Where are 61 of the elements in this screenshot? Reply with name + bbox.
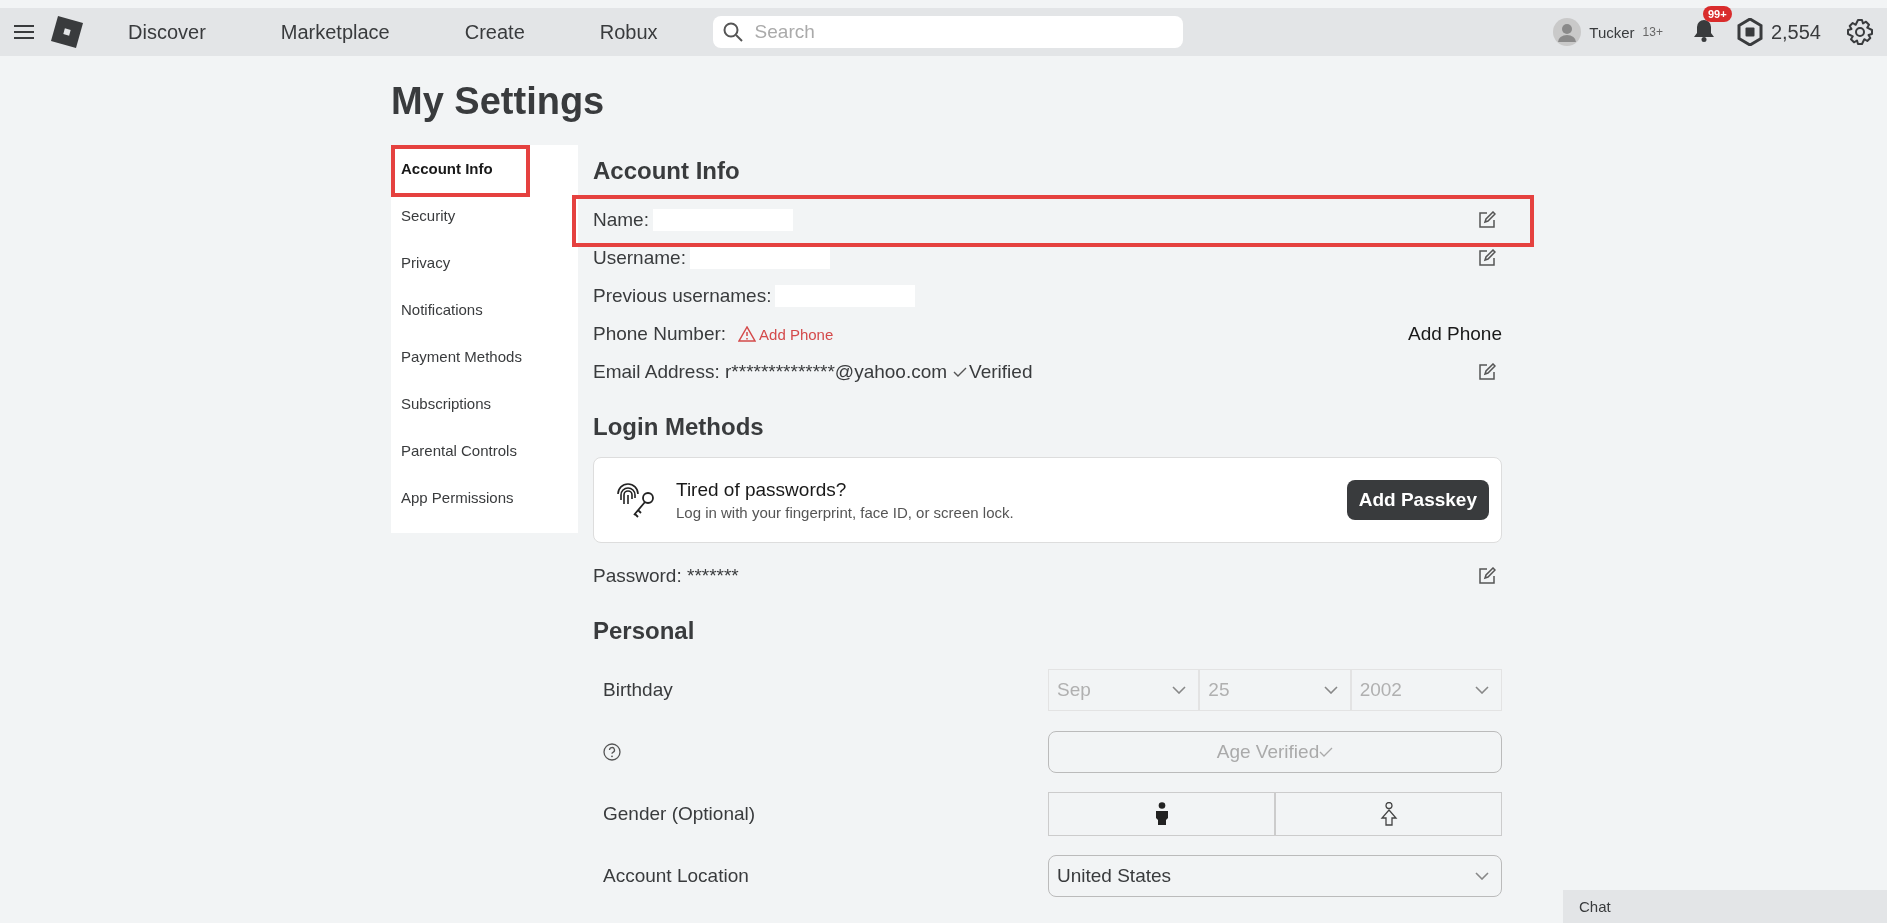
- field-label: Phone Number:: [593, 323, 727, 345]
- chevron-down-icon: [1323, 686, 1338, 694]
- passkey-subtitle: Log in with your fingerprint, face ID, or screen lock.: [676, 504, 1014, 521]
- sidebar-item[interactable]: Account Info: [391, 151, 503, 186]
- settings-icon[interactable]: [1847, 19, 1873, 45]
- hexagon-coin-icon[interactable]: [1736, 18, 1763, 46]
- sidebar-item[interactable]: Subscriptions: [391, 386, 502, 421]
- search-input[interactable]: Search: [752, 20, 1173, 44]
- section-title: Personal: [593, 617, 696, 645]
- sidebar-item[interactable]: App Permissions: [391, 480, 524, 515]
- passkey-title: Tired of passwords?: [676, 479, 848, 501]
- chevron-down-icon: [1475, 686, 1489, 694]
- edit-icon[interactable]: [1478, 249, 1496, 267]
- check-icon: [953, 367, 968, 377]
- section-title: Login Methods: [593, 413, 765, 441]
- edit-icon[interactable]: [1478, 211, 1496, 229]
- sidebar-item[interactable]: Parental Controls: [391, 433, 527, 468]
- female-figure-icon: [1379, 802, 1398, 826]
- nav-link[interactable]: Discover: [128, 20, 206, 44]
- location-select[interactable]: United States: [1048, 855, 1502, 897]
- search-field[interactable]: Search: [712, 16, 1183, 48]
- page-title: My Settings: [391, 80, 606, 123]
- field-label: Name:: [593, 209, 649, 231]
- nav-link[interactable]: Marketplace: [280, 20, 390, 44]
- bell-icon[interactable]: [1692, 18, 1715, 42]
- sidebar-item[interactable]: Privacy: [391, 245, 461, 280]
- menu-icon[interactable]: [14, 24, 34, 40]
- username-label[interactable]: Tucker: [1589, 23, 1635, 41]
- age-label: 13+: [1642, 25, 1663, 39]
- field-label: Previous usernames:: [593, 285, 772, 307]
- field-label: Username:: [593, 247, 686, 269]
- sidebar-item[interactable]: Security: [391, 198, 466, 233]
- add-passkey-button[interactable]: Add Passkey: [1346, 480, 1489, 520]
- male-figure-icon: [1154, 802, 1169, 826]
- field-label: Email Address: r**************@yahoo.com: [593, 361, 948, 383]
- verified-status: Verified: [953, 361, 1033, 383]
- logo-icon[interactable]: [50, 15, 84, 49]
- help-icon[interactable]: [603, 743, 621, 761]
- sidebar-item[interactable]: Notifications: [391, 292, 493, 327]
- edit-icon[interactable]: [1478, 363, 1496, 381]
- nav-link[interactable]: Robux: [599, 20, 658, 44]
- add-phone-link[interactable]: Add Phone: [738, 325, 834, 343]
- search-icon: [722, 22, 743, 42]
- check-icon: [1319, 747, 1334, 757]
- warning-icon: [738, 326, 757, 342]
- chat-bar[interactable]: Chat: [1563, 890, 1887, 923]
- section-title: Account Info: [593, 157, 741, 185]
- gender-label: Gender (Optional): [602, 803, 757, 825]
- notification-badge: 99+: [1702, 6, 1732, 22]
- chevron-down-icon: [1172, 686, 1187, 694]
- field-label: Password: *******: [593, 565, 739, 587]
- sidebar-item[interactable]: Payment Methods: [391, 339, 532, 374]
- add-phone-button[interactable]: Add Phone: [1407, 323, 1502, 345]
- age-verified-field: Age Verified: [1048, 731, 1502, 773]
- avatar-icon[interactable]: [1553, 18, 1582, 46]
- nav-link[interactable]: Create: [464, 20, 525, 44]
- birthday-label: Birthday: [602, 679, 674, 701]
- location-label: Account Location: [602, 865, 750, 887]
- chevron-down-icon: [1475, 872, 1489, 880]
- edit-icon[interactable]: [1478, 567, 1496, 585]
- balance-label[interactable]: 2,554: [1770, 20, 1821, 44]
